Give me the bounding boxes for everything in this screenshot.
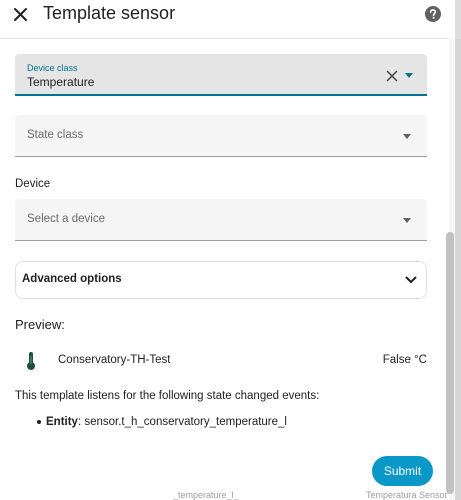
field-underline — [15, 240, 427, 241]
dropdown-arrow-icon[interactable] — [405, 73, 413, 78]
device-select[interactable]: Select a device — [15, 199, 427, 241]
device-class-value: Temperature — [27, 75, 95, 89]
preview-entity-name: Conservatory-TH-Test — [58, 354, 171, 366]
advanced-options-expander[interactable]: Advanced options — [15, 261, 427, 299]
device-class-select[interactable]: Device class Temperature — [15, 54, 427, 96]
clear-icon[interactable] — [386, 69, 398, 82]
window-edge — [455, 0, 461, 500]
preview-title: Preview: — [15, 317, 65, 332]
field-underline — [15, 156, 427, 157]
scrollbar-thumb[interactable] — [446, 232, 454, 494]
device-section-label: Device — [15, 178, 51, 190]
advanced-options-label: Advanced options — [22, 273, 122, 285]
background-text: _temperature_l_ — [173, 490, 239, 500]
entity-label: Entity — [46, 416, 78, 428]
preview-entity-state: False °C — [382, 354, 427, 366]
device-placeholder: Select a device — [27, 213, 105, 225]
header-divider — [0, 38, 449, 39]
device-class-label: Device class — [27, 63, 78, 73]
listens-text: This template listens for the following … — [15, 390, 320, 402]
field-underline — [15, 94, 427, 96]
background-text: Temperatura Sensor — [366, 490, 448, 500]
entity-id: : sensor.t_h_conservatory_temperature_l — [77, 416, 287, 428]
state-class-placeholder: State class — [27, 129, 84, 141]
dialog-title: Template sensor — [43, 3, 176, 23]
submit-button[interactable]: Submit — [372, 456, 433, 486]
dropdown-arrow-icon[interactable] — [403, 134, 411, 139]
template-sensor-dialog: Template sensor Device class Temperature… — [0, 0, 461, 500]
dropdown-arrow-icon[interactable] — [403, 218, 411, 223]
listened-entity: Entity: sensor.t_h_conservatory_temperat… — [46, 416, 287, 428]
thermometer-icon — [25, 351, 37, 371]
help-icon[interactable] — [423, 4, 443, 24]
close-icon[interactable] — [10, 4, 34, 28]
state-class-select[interactable]: State class — [15, 115, 427, 157]
list-bullet — [37, 420, 41, 424]
submit-label: Submit — [383, 464, 422, 478]
dialog-header: Template sensor — [0, 0, 461, 36]
chevron-down-icon[interactable] — [404, 273, 418, 287]
